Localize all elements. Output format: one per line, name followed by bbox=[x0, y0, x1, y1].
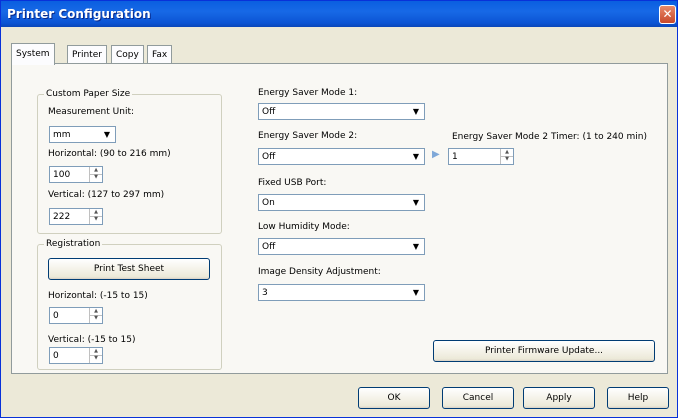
registration-label: Registration bbox=[44, 239, 103, 249]
tab-system[interactable]: System bbox=[11, 43, 55, 65]
system-panel: Custom Paper Size Measurement Unit: mm ▼… bbox=[11, 63, 668, 374]
low-humidity-value: Off bbox=[262, 242, 276, 252]
measurement-unit-select[interactable]: mm ▼ bbox=[49, 126, 116, 143]
title-bar[interactable]: Printer Configuration ✕ bbox=[1, 1, 677, 27]
triangle-right-icon: ▶ bbox=[432, 149, 440, 160]
energy-saver-1-label: Energy Saver Mode 1: bbox=[258, 88, 358, 98]
help-button[interactable]: Help bbox=[607, 387, 669, 409]
print-test-sheet-button[interactable]: Print Test Sheet bbox=[48, 258, 210, 280]
apply-button[interactable]: Apply bbox=[523, 387, 595, 409]
tab-copy[interactable]: Copy bbox=[111, 45, 144, 64]
chevron-down-icon[interactable]: ▼ bbox=[409, 240, 423, 253]
spin-arrows-icon[interactable]: ▲ ▼ bbox=[89, 209, 102, 224]
low-humidity-label: Low Humidity Mode: bbox=[258, 222, 350, 232]
fixed-usb-select[interactable]: On ▼ bbox=[258, 194, 425, 211]
paper-vertical-spinner[interactable]: 222 ▲ ▼ bbox=[49, 208, 103, 225]
chevron-down-icon[interactable]: ▼ bbox=[409, 105, 423, 118]
spin-arrows-icon[interactable]: ▲ ▼ bbox=[89, 308, 102, 323]
paper-horizontal-spinner[interactable]: 100 ▲ ▼ bbox=[49, 166, 103, 183]
registration-vertical-label: Vertical: (-15 to 15) bbox=[48, 335, 136, 345]
chevron-down-icon[interactable]: ▼ bbox=[409, 196, 423, 209]
energy-saver-2-value: Off bbox=[262, 152, 276, 162]
energy-saver-1-select[interactable]: Off ▼ bbox=[258, 103, 425, 120]
tab-printer[interactable]: Printer bbox=[67, 45, 107, 64]
paper-vertical-label: Vertical: (127 to 297 mm) bbox=[48, 190, 165, 200]
low-humidity-select[interactable]: Off ▼ bbox=[258, 238, 425, 255]
paper-horizontal-label: Horizontal: (90 to 216 mm) bbox=[48, 149, 171, 159]
image-density-value: 3 bbox=[262, 288, 268, 298]
fixed-usb-value: On bbox=[262, 198, 275, 208]
image-density-label: Image Density Adjustment: bbox=[258, 267, 381, 277]
energy-saver-2-timer-spinner[interactable]: 1 ▲ ▼ bbox=[448, 148, 514, 165]
chevron-down-icon[interactable]: ▼ bbox=[409, 286, 423, 299]
energy-saver-1-value: Off bbox=[262, 107, 276, 117]
custom-paper-label: Custom Paper Size bbox=[44, 89, 133, 99]
window-title: Printer Configuration bbox=[7, 7, 151, 21]
fixed-usb-label: Fixed USB Port: bbox=[258, 178, 327, 188]
printer-config-window: Printer Configuration ✕ System Printer C… bbox=[0, 0, 678, 418]
energy-saver-2-timer-label: Energy Saver Mode 2 Timer: (1 to 240 min… bbox=[452, 132, 647, 142]
registration-horizontal-spinner[interactable]: 0 ▲ ▼ bbox=[49, 307, 103, 324]
paper-horizontal-value: 100 bbox=[53, 170, 71, 180]
ok-button[interactable]: OK bbox=[358, 387, 430, 409]
energy-saver-2-timer-value: 1 bbox=[452, 152, 458, 162]
measurement-unit-label: Measurement Unit: bbox=[48, 107, 135, 117]
paper-vertical-value: 222 bbox=[53, 212, 71, 222]
image-density-select[interactable]: 3 ▼ bbox=[258, 284, 425, 301]
custom-paper-group: Custom Paper Size Measurement Unit: mm ▼… bbox=[37, 89, 222, 234]
tab-fax[interactable]: Fax bbox=[147, 45, 173, 64]
spin-arrows-icon[interactable]: ▲ ▼ bbox=[500, 149, 513, 164]
registration-vertical-spinner[interactable]: 0 ▲ ▼ bbox=[49, 347, 103, 364]
energy-saver-2-select[interactable]: Off ▼ bbox=[258, 148, 425, 165]
spin-arrows-icon[interactable]: ▲ ▼ bbox=[89, 167, 102, 182]
chevron-down-icon[interactable]: ▼ bbox=[100, 128, 114, 141]
spin-arrows-icon[interactable]: ▲ ▼ bbox=[89, 348, 102, 363]
registration-horizontal-label: Horizontal: (-15 to 15) bbox=[48, 291, 148, 301]
measurement-unit-value: mm bbox=[53, 130, 71, 140]
energy-saver-2-label: Energy Saver Mode 2: bbox=[258, 131, 358, 141]
close-icon: ✕ bbox=[662, 7, 673, 21]
registration-group: Registration Print Test Sheet Horizontal… bbox=[37, 239, 222, 370]
chevron-down-icon[interactable]: ▼ bbox=[409, 150, 423, 163]
close-button[interactable]: ✕ bbox=[659, 5, 676, 24]
registration-horizontal-value: 0 bbox=[53, 311, 59, 321]
cancel-button[interactable]: Cancel bbox=[442, 387, 514, 409]
firmware-update-button[interactable]: Printer Firmware Update... bbox=[433, 340, 655, 362]
registration-vertical-value: 0 bbox=[53, 351, 59, 361]
